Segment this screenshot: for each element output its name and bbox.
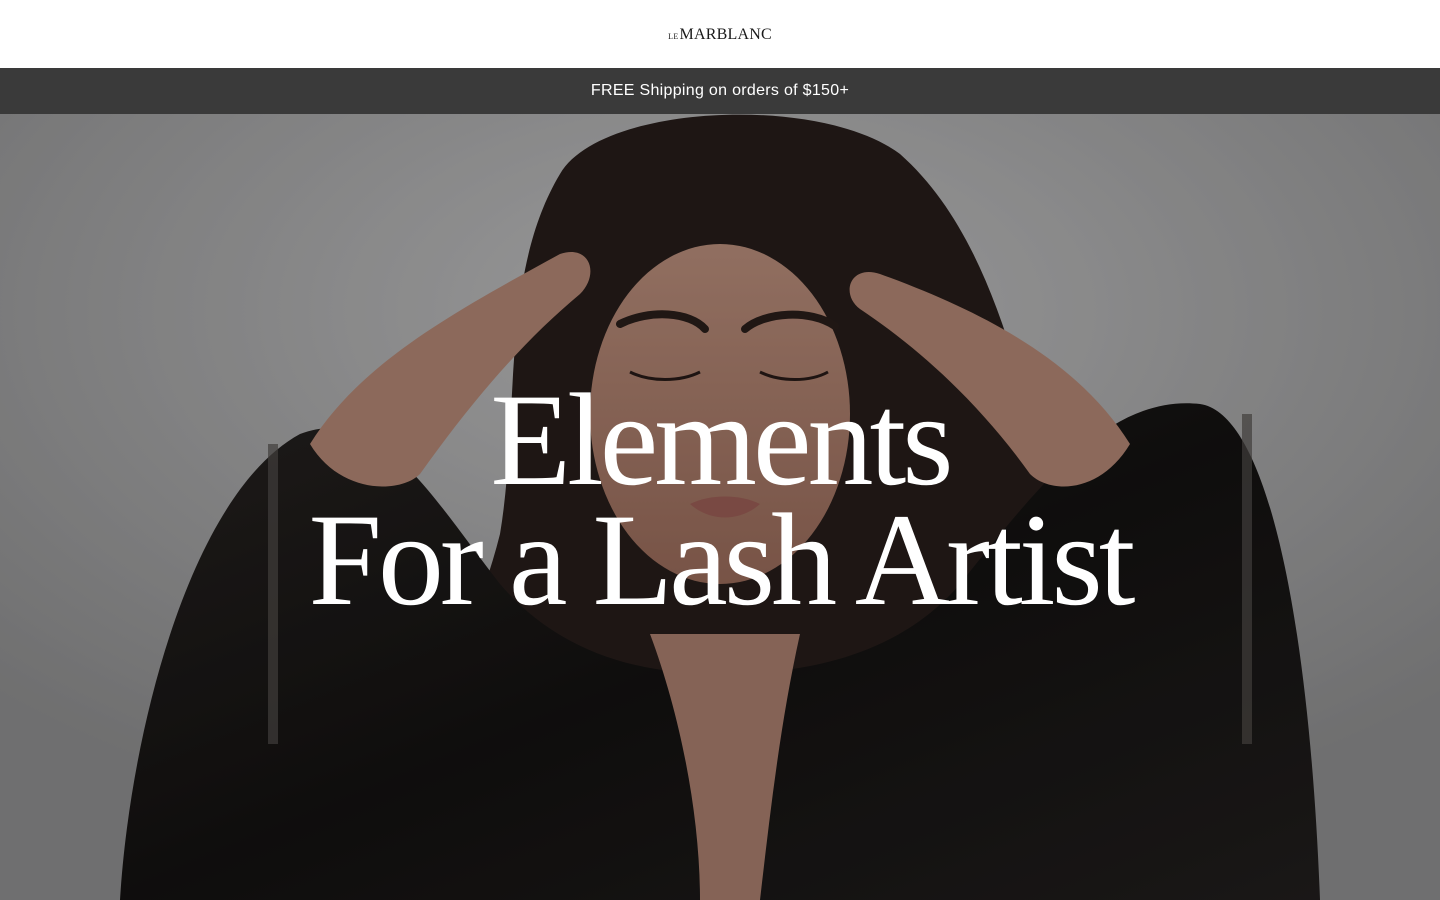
hero-title: Elements For a Lash Artist	[0, 366, 1440, 633]
announcement-bar: FREE Shipping on orders of $150+	[0, 68, 1440, 114]
logo-prefix: LE	[668, 32, 679, 41]
logo-name: MARBLANC	[679, 26, 772, 43]
site-header: LE MARBLANC	[0, 0, 1440, 68]
hero-title-line1: Elements	[490, 366, 953, 513]
hero-banner[interactable]: Elements For a Lash Artist	[0, 114, 1440, 900]
announcement-text[interactable]: FREE Shipping on orders of $150+	[591, 82, 849, 100]
logo[interactable]: LE MARBLANC	[668, 26, 772, 44]
hero-title-line2: For a Lash Artist	[308, 486, 1136, 633]
